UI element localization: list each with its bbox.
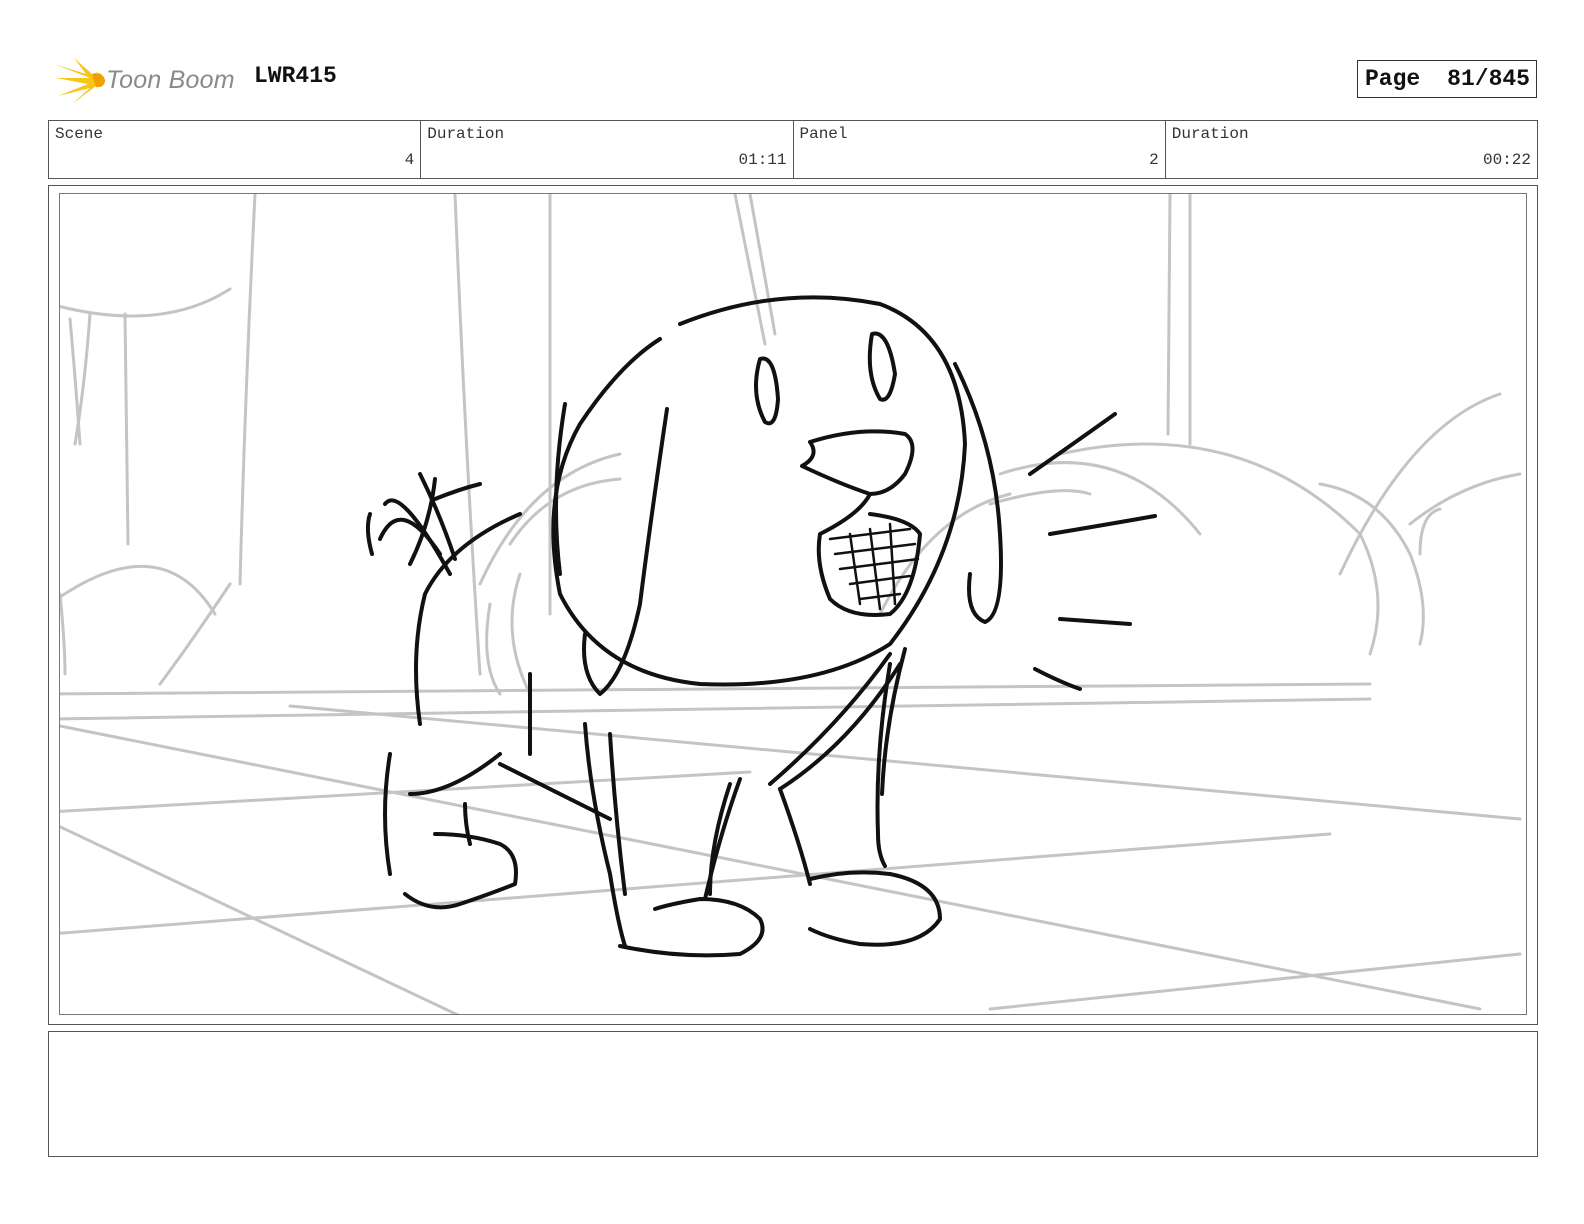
panel-sketch	[60, 194, 1522, 1014]
scene-duration-value: 01:11	[738, 151, 787, 169]
storyboard-panel	[48, 185, 1538, 1025]
scene-cell: Scene 4	[49, 121, 422, 178]
panel-cell: Panel 2	[794, 121, 1166, 178]
panel-notes-box	[48, 1031, 1538, 1157]
storyboard-header: Toon Boom LWR415 Page 81/845	[48, 52, 1538, 108]
background-forest-sketch	[60, 194, 1522, 1014]
panel-duration-value: 00:22	[1482, 151, 1531, 169]
page-indicator: Page 81/845	[1357, 60, 1537, 98]
project-id: LWR415	[254, 63, 337, 89]
panel-value: 2	[1149, 151, 1159, 169]
scene-duration-cell: Duration 01:11	[421, 121, 794, 178]
scene-label: Scene	[55, 125, 104, 143]
panel-duration-label: Duration	[1171, 125, 1249, 143]
starburst-logo-icon	[54, 58, 105, 104]
panel-drawing-area	[59, 193, 1527, 1015]
panel-duration-cell: Duration 00:22	[1166, 121, 1537, 178]
page-label: Page	[1365, 66, 1421, 92]
panel-info-row: Scene 4 Duration 01:11 Panel 2 Duration …	[48, 120, 1538, 179]
toon-boom-logo: Toon Boom	[52, 56, 242, 106]
panel-label: Panel	[799, 125, 848, 143]
logo-text: Toon Boom	[106, 66, 235, 94]
page-number: 81/845	[1447, 66, 1530, 92]
scene-duration-label: Duration	[427, 125, 505, 143]
scene-value: 4	[404, 151, 415, 169]
